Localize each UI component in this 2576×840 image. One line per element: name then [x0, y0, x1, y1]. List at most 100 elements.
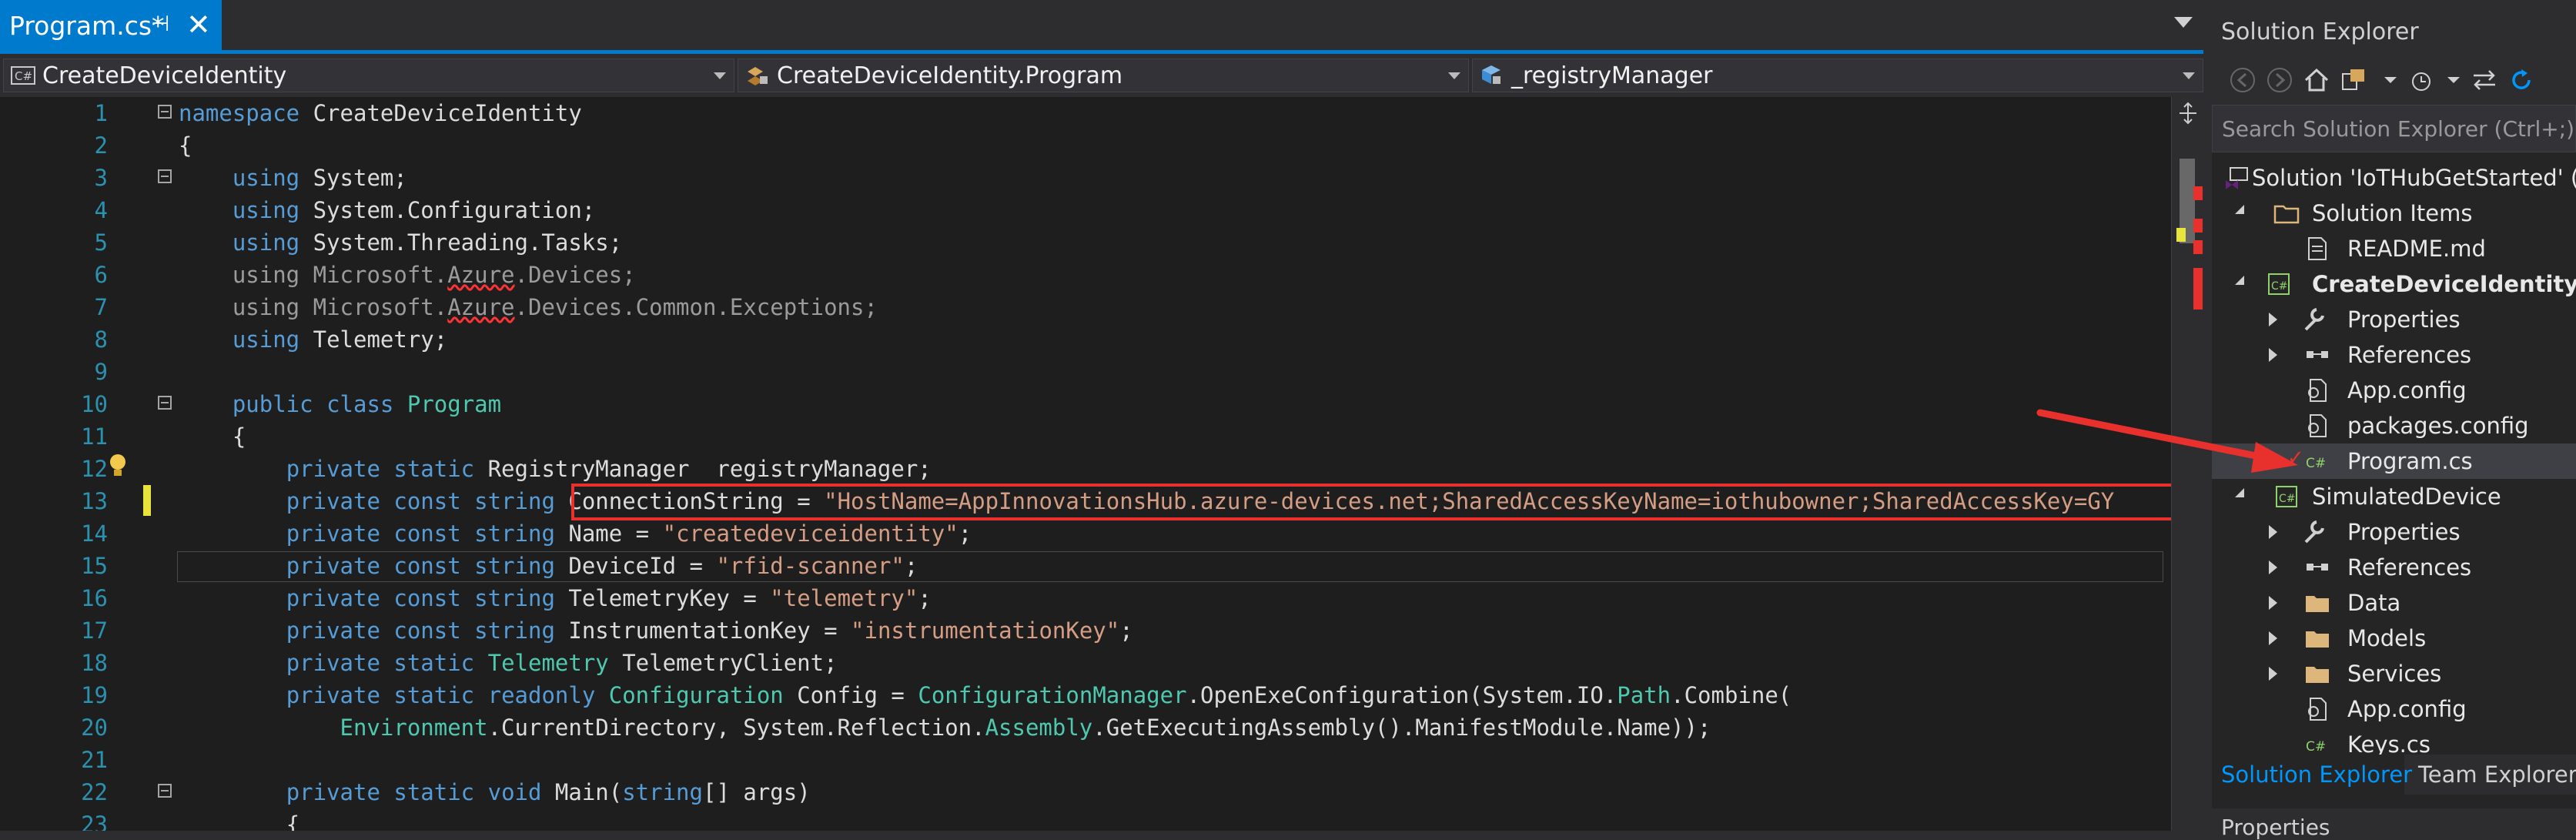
code-line[interactable]: 1 namespace CreateDeviceIdentity — [0, 97, 2171, 129]
tree-node-simulateddevice-project[interactable]: C# SimulatedDevice — [2212, 479, 2576, 514]
chevron-down-icon[interactable] — [2377, 66, 2404, 94]
tree-node-readme[interactable]: README.md — [2212, 231, 2576, 266]
code-line[interactable]: 23 { — [0, 808, 2171, 831]
code-editor[interactable]: Program.cs* ⊣ ✕ C# CreateDeviceIdentity … — [0, 0, 2204, 831]
svg-text:C#: C# — [2271, 280, 2288, 293]
back-icon[interactable] — [2229, 66, 2257, 94]
collapsed-icon[interactable] — [2269, 596, 2277, 610]
collapsed-icon[interactable] — [2269, 348, 2277, 362]
csharp-file-icon: C# — [2306, 739, 2326, 755]
code-line[interactable]: 5 using System.Threading.Tasks; — [0, 226, 2171, 259]
expanded-icon[interactable] — [2235, 205, 2244, 214]
tab-program-cs[interactable]: Program.cs* ⊣ ✕ — [0, 0, 222, 50]
folder-icon — [2273, 205, 2300, 224]
code-text: private static readonly Configuration Co… — [286, 682, 1792, 708]
panel-title: Solution Explorer — [2221, 18, 2419, 45]
lightbulb-icon[interactable] — [108, 453, 128, 479]
pin-icon[interactable]: ⊣ — [151, 11, 169, 36]
code-line[interactable]: 12 private static RegistryManager regist… — [0, 453, 2171, 485]
code-line[interactable]: 20 Environment.CurrentDirectory, System.… — [0, 711, 2171, 744]
collapsed-icon[interactable] — [2269, 561, 2277, 574]
switch-views-icon[interactable] — [2340, 66, 2367, 94]
tree-node-createdeviceidentity-project[interactable]: C# CreateDeviceIdentity — [2212, 266, 2576, 302]
error-marker[interactable] — [2193, 186, 2203, 200]
code-line[interactable]: 10 public class Program — [0, 388, 2171, 420]
properties-panel-header[interactable]: Properties — [2212, 808, 2576, 840]
code-line[interactable]: 4 using System.Configuration; — [0, 194, 2171, 226]
line-number: 1 — [94, 100, 108, 126]
code-line[interactable]: 6 using Microsoft.Azure.Devices; — [0, 259, 2171, 291]
code-line[interactable]: 22 private static void Main(string[] arg… — [0, 776, 2171, 808]
code-line[interactable]: 16 private const string TelemetryKey = "… — [0, 582, 2171, 614]
tree-node-models-folder[interactable]: Models — [2212, 621, 2576, 656]
pending-changes-filter-icon[interactable] — [2409, 66, 2437, 94]
type-dropdown[interactable]: CreateDeviceIdentity.Program — [738, 59, 1469, 92]
collapsed-icon[interactable] — [2269, 667, 2277, 681]
code-line[interactable]: 2{ — [0, 129, 2171, 162]
error-marker[interactable] — [2193, 219, 2203, 233]
expanded-icon[interactable] — [2235, 488, 2244, 497]
line-number: 9 — [94, 359, 108, 385]
code-line[interactable]: 8 using Telemetry; — [0, 323, 2171, 356]
code-line[interactable]: 14 private const string Name = "createde… — [0, 517, 2171, 550]
code-line[interactable]: 17 private const string InstrumentationK… — [0, 614, 2171, 647]
forward-icon[interactable] — [2266, 66, 2293, 94]
error-marker[interactable] — [2193, 268, 2203, 282]
split-window-icon[interactable] — [2178, 102, 2198, 125]
code-text: { — [179, 132, 192, 159]
line-number: 20 — [81, 715, 108, 741]
code-line[interactable]: 19 private static readonly Configuration… — [0, 679, 2171, 711]
tree-node-solution-items[interactable]: Solution Items — [2212, 196, 2576, 231]
code-line[interactable]: 3 using System; — [0, 162, 2171, 194]
error-marker[interactable] — [2193, 296, 2203, 310]
folder-icon — [2306, 596, 2329, 612]
error-marker[interactable] — [2193, 282, 2203, 296]
refresh-icon[interactable] — [2507, 66, 2535, 94]
project-dropdown[interactable]: C# CreateDeviceIdentity — [3, 59, 734, 92]
svg-text:C#: C# — [2306, 456, 2326, 471]
tree-node-app-config[interactable]: App.config — [2212, 691, 2576, 727]
collapse-icon[interactable] — [158, 784, 172, 798]
code-line[interactable]: 9 — [0, 356, 2171, 388]
collapsed-icon[interactable] — [2269, 313, 2277, 326]
code-line[interactable]: 7 using Microsoft.Azure.Devices.Common.E… — [0, 291, 2171, 323]
line-number: 14 — [81, 520, 108, 547]
tree-node-properties[interactable]: Properties — [2212, 514, 2576, 550]
code-line[interactable]: 11 { — [0, 420, 2171, 453]
sync-with-document-icon[interactable] — [2471, 66, 2498, 94]
code-text-area[interactable]: 1 namespace CreateDeviceIdentity 2{ 3 usi… — [0, 97, 2171, 831]
code-text: using Microsoft.Azure.Devices.Common.Exc… — [232, 294, 878, 320]
tree-node-references[interactable]: References — [2212, 337, 2576, 373]
tab-team-explorer[interactable]: Team Explorer — [2409, 755, 2576, 795]
navigation-bar: C# CreateDeviceIdentity CreateDeviceIden… — [0, 54, 2203, 98]
member-dropdown[interactable]: _registryManager — [1472, 59, 2203, 92]
solution-explorer-title-bar: Solution Explorer — [2212, 0, 2576, 54]
collapse-icon[interactable] — [158, 105, 172, 119]
tree-node-data-folder[interactable]: Data — [2212, 585, 2576, 621]
code-line[interactable]: 21 — [0, 744, 2171, 776]
tree-node-properties[interactable]: Properties — [2212, 302, 2576, 337]
collapse-icon[interactable] — [158, 169, 172, 183]
expanded-icon[interactable] — [2235, 276, 2244, 285]
tab-solution-explorer[interactable]: Solution Explorer — [2212, 755, 2412, 795]
code-line[interactable]: 18 private static Telemetry TelemetryCli… — [0, 647, 2171, 679]
connection-string-highlight-box — [571, 484, 2171, 520]
collapsed-icon[interactable] — [2269, 525, 2277, 539]
collapse-icon[interactable] — [158, 396, 172, 410]
solution-explorer-search-input[interactable]: Search Solution Explorer (Ctrl+;) — [2212, 105, 2576, 152]
code-line[interactable]: 15 private const string DeviceId = "rfid… — [0, 550, 2171, 582]
tree-node-references[interactable]: References — [2212, 550, 2576, 585]
tree-node-keys-cs[interactable]: C# Keys.cs — [2212, 727, 2576, 755]
collapsed-icon[interactable] — [2269, 631, 2277, 645]
home-icon[interactable] — [2303, 66, 2330, 94]
close-icon[interactable]: ✕ — [186, 8, 211, 42]
line-number: 2 — [94, 132, 108, 159]
code-text: using System.Threading.Tasks; — [232, 229, 623, 256]
tab-overflow-dropdown-icon[interactable] — [2174, 17, 2193, 28]
chevron-down-icon[interactable] — [2440, 66, 2467, 94]
error-marker[interactable] — [2193, 240, 2203, 254]
tree-node-services-folder[interactable]: Services — [2212, 656, 2576, 691]
wrench-icon — [2304, 520, 2324, 544]
tree-node-solution[interactable]: Solution 'IoTHubGetStarted' ( — [2212, 160, 2576, 196]
svg-text:C#: C# — [2279, 493, 2296, 505]
